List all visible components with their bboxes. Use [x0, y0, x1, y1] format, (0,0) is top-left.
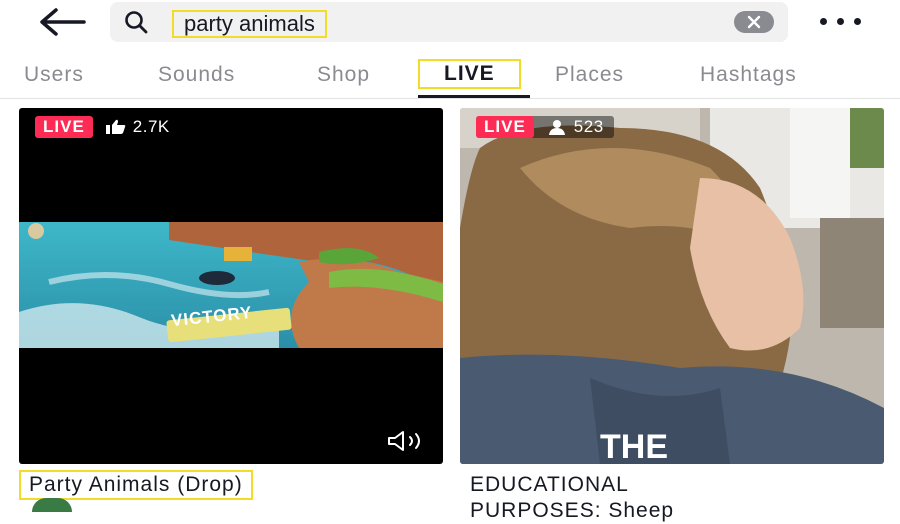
- live-badge: LIVE: [35, 116, 93, 138]
- live-badge: LIVE: [476, 116, 534, 138]
- live-stats-row: LIVE 2.7K: [35, 116, 180, 138]
- tab-hashtags[interactable]: Hashtags: [700, 60, 797, 90]
- person-icon: [548, 120, 565, 135]
- tab-places[interactable]: Places: [555, 60, 624, 90]
- volume-icon[interactable]: [385, 430, 425, 452]
- tab-sounds[interactable]: Sounds: [158, 60, 235, 90]
- video-thumbnail: THE: [460, 108, 884, 464]
- avatar[interactable]: [32, 498, 72, 512]
- live-result-card[interactable]: THE LIVE 523: [460, 108, 884, 464]
- result-title[interactable]: Party Animals (Drop): [19, 470, 253, 500]
- result-title-line: PURPOSES: Sheep: [470, 499, 675, 522]
- search-bar[interactable]: party animals: [110, 2, 788, 42]
- video-thumbnail: [19, 222, 443, 348]
- search-input[interactable]: party animals: [172, 10, 327, 38]
- close-icon: [747, 15, 761, 29]
- live-result-card[interactable]: VICTORY LIVE 2.7K: [19, 108, 443, 464]
- thumbs-up-icon: [105, 119, 126, 134]
- active-tab-indicator: [418, 95, 530, 98]
- tab-users[interactable]: Users: [24, 60, 84, 90]
- live-stats-row: LIVE 523: [476, 116, 614, 138]
- search-tabs: Users Sounds Shop LIVE Places Hashtags: [0, 56, 900, 99]
- result-title-line: EDUCATIONAL: [470, 473, 629, 496]
- svg-text:THE: THE: [600, 428, 668, 464]
- top-bar: party animals: [0, 0, 900, 48]
- viewer-count: 523: [573, 117, 604, 136]
- search-icon: [125, 11, 148, 34]
- back-arrow-icon[interactable]: [36, 6, 88, 38]
- more-options-icon[interactable]: [818, 14, 866, 30]
- tab-live[interactable]: LIVE: [418, 59, 521, 89]
- clear-search-button[interactable]: [734, 11, 774, 33]
- result-title[interactable]: EDUCATIONAL PURPOSES: Sheep: [470, 472, 850, 524]
- tab-shop[interactable]: Shop: [317, 60, 370, 90]
- like-count: 2.7K: [132, 117, 170, 136]
